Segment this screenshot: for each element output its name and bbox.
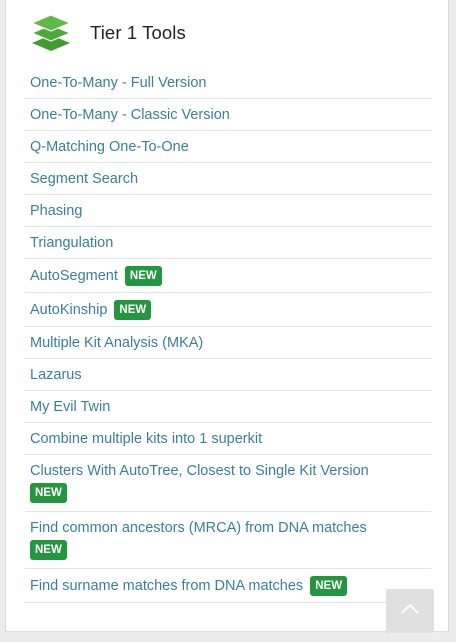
new-badge: NEW bbox=[124, 266, 162, 286]
tool-list: One-To-Many - Full Version One-To-Many -… bbox=[25, 67, 431, 603]
tool-link-combine-kits[interactable]: Combine multiple kits into 1 superkit bbox=[30, 431, 262, 447]
list-item: Combine multiple kits into 1 superkit bbox=[25, 423, 431, 455]
tool-link-one-to-many-full[interactable]: One-To-Many - Full Version bbox=[30, 75, 206, 91]
list-item: AutoSegment NEW bbox=[25, 259, 431, 293]
list-item: Triangulation bbox=[25, 227, 431, 259]
panel-header: Tier 1 Tools bbox=[30, 12, 186, 54]
new-badge: NEW bbox=[30, 540, 67, 560]
list-item: My Evil Twin bbox=[25, 391, 431, 423]
tool-link-mka[interactable]: Multiple Kit Analysis (MKA) bbox=[30, 335, 203, 351]
tool-link-one-to-many-classic[interactable]: One-To-Many - Classic Version bbox=[30, 107, 230, 123]
list-item: Find common ancestors (MRCA) from DNA ma… bbox=[25, 512, 431, 569]
list-item: One-To-Many - Classic Version bbox=[25, 99, 431, 131]
tool-link-q-matching[interactable]: Q-Matching One-To-One bbox=[30, 139, 189, 155]
list-item: AutoKinship NEW bbox=[25, 293, 431, 327]
list-item: One-To-Many - Full Version bbox=[25, 67, 431, 99]
list-item: Lazarus bbox=[25, 359, 431, 391]
new-badge: NEW bbox=[114, 300, 152, 320]
layers-icon bbox=[30, 13, 72, 53]
tool-link-autokinship[interactable]: AutoKinship bbox=[30, 302, 107, 318]
list-item: Q-Matching One-To-One bbox=[25, 131, 431, 163]
new-badge: NEW bbox=[30, 483, 67, 503]
chevron-up-icon bbox=[400, 602, 420, 620]
tool-link-find-mrca[interactable]: Find common ancestors (MRCA) from DNA ma… bbox=[30, 520, 367, 536]
list-item: Phasing bbox=[25, 195, 431, 227]
new-badge: NEW bbox=[310, 576, 348, 596]
list-item: Segment Search bbox=[25, 163, 431, 195]
list-item: Find surname matches from DNA matches NE… bbox=[25, 569, 431, 603]
panel-title: Tier 1 Tools bbox=[90, 22, 186, 43]
tool-link-segment-search[interactable]: Segment Search bbox=[30, 171, 138, 187]
scroll-to-top-button[interactable] bbox=[386, 589, 434, 633]
tool-link-autosegment[interactable]: AutoSegment bbox=[30, 268, 118, 284]
tool-link-find-surname[interactable]: Find surname matches from DNA matches bbox=[30, 578, 303, 594]
list-item: Multiple Kit Analysis (MKA) bbox=[25, 327, 431, 359]
tool-link-triangulation[interactable]: Triangulation bbox=[30, 235, 113, 251]
tier1-tools-panel: Tier 1 Tools One-To-Many - Full Version … bbox=[5, 0, 449, 632]
tool-link-lazarus[interactable]: Lazarus bbox=[30, 367, 82, 383]
tool-link-clusters-autotree[interactable]: Clusters With AutoTree, Closest to Singl… bbox=[30, 463, 369, 479]
tool-link-my-evil-twin[interactable]: My Evil Twin bbox=[30, 399, 110, 415]
tool-link-phasing[interactable]: Phasing bbox=[30, 203, 82, 219]
list-item: Clusters With AutoTree, Closest to Singl… bbox=[25, 455, 431, 512]
